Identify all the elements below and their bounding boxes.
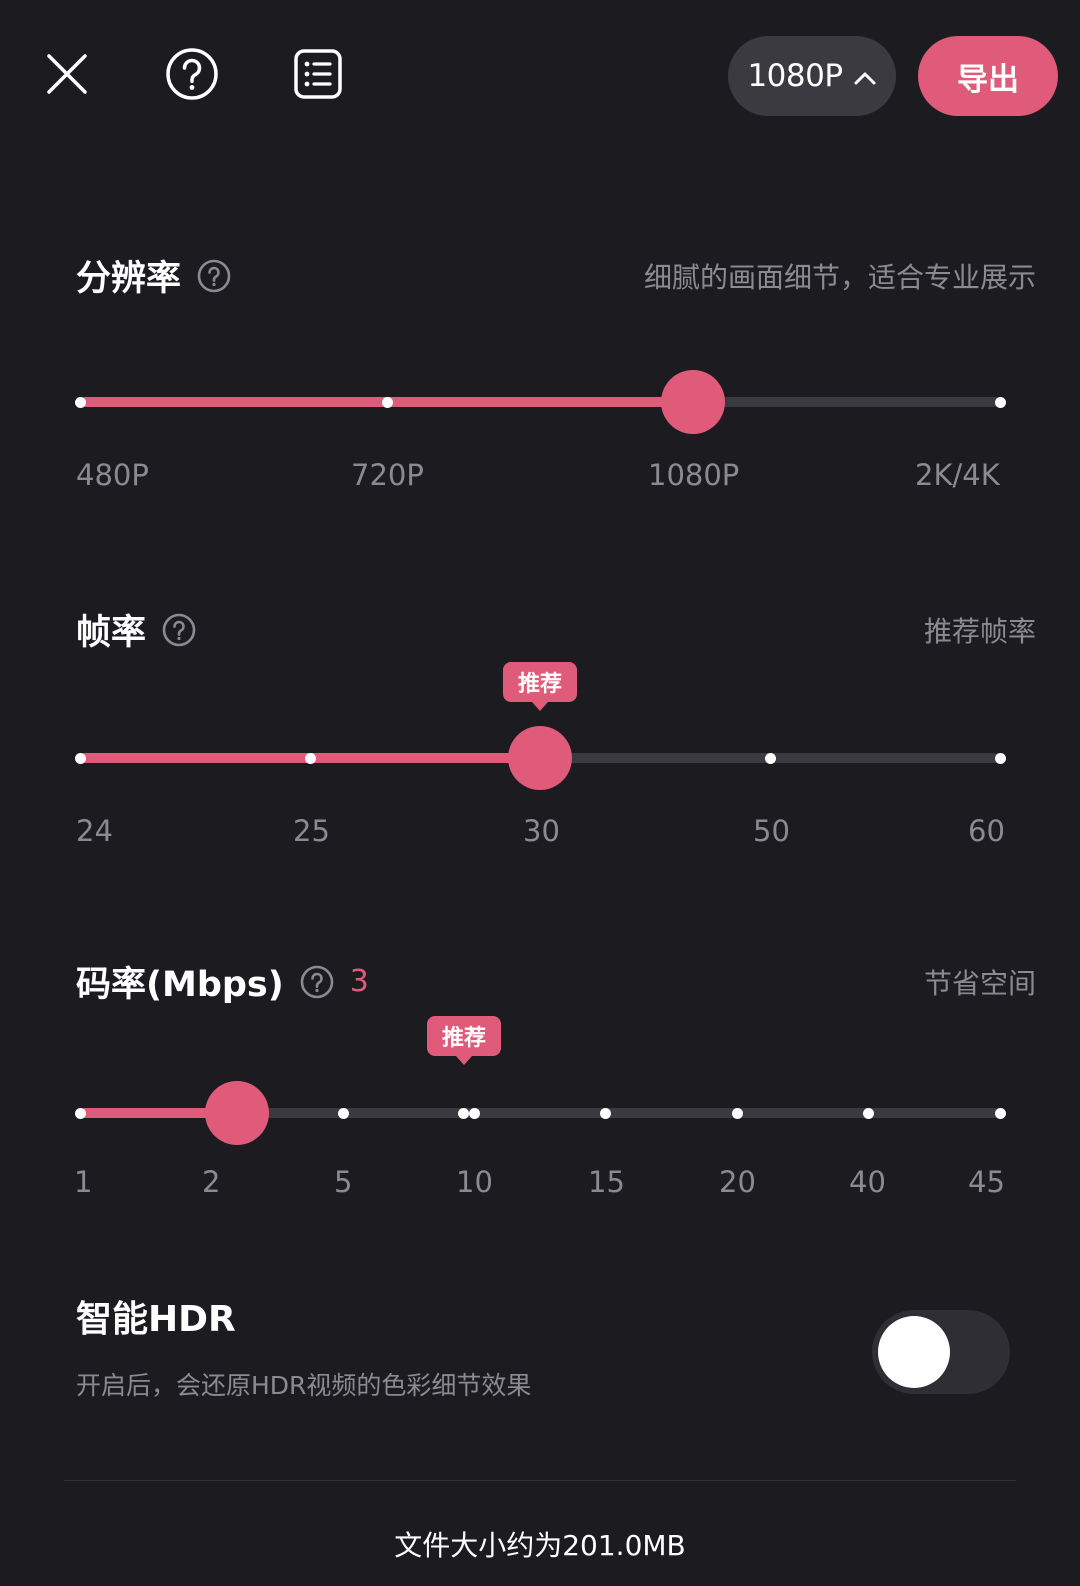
bitrate-header: 码率(Mbps) 3 节省空间	[76, 956, 1036, 1007]
bitrate-recommended-badge: 推荐	[427, 1016, 501, 1065]
bitrate-title: 码率(Mbps)	[76, 965, 284, 1005]
hdr-description: 开启后，会还原HDR视频的色彩细节效果	[76, 1371, 532, 1400]
bitrate-label-5: 5	[334, 1165, 353, 1199]
resolution-label-1080p: 1080P	[648, 458, 740, 492]
list-icon	[292, 48, 344, 104]
framerate-label-50: 50	[753, 814, 790, 848]
resolution-header: 分辨率 细腻的画面细节，适合专业展示	[76, 250, 1036, 301]
bitrate-label-10: 10	[456, 1165, 493, 1199]
help-circle-icon[interactable]	[197, 259, 231, 293]
help-circle-icon[interactable]	[162, 613, 196, 647]
framerate-header: 帧率 推荐帧率	[76, 604, 1036, 655]
bitrate-stop-45[interactable]	[994, 1107, 1006, 1119]
framerate-recommended-badge: 推荐	[503, 662, 577, 711]
resolution-dropdown-label: 1080P	[747, 58, 843, 94]
bitrate-stop-15[interactable]	[599, 1107, 611, 1119]
bitrate-stop-1[interactable]	[74, 1107, 86, 1119]
resolution-dropdown[interactable]: 1080P	[728, 36, 896, 116]
close-button[interactable]	[35, 44, 99, 108]
export-button[interactable]: 导出	[918, 36, 1058, 116]
bitrate-label-15: 15	[588, 1165, 625, 1199]
list-button[interactable]	[286, 44, 350, 108]
bitrate-stop-10[interactable]	[468, 1107, 480, 1119]
bitrate-label-40: 40	[849, 1165, 886, 1199]
help-circle-icon	[164, 46, 220, 106]
framerate-slider[interactable]	[0, 718, 1080, 798]
bitrate-label-20: 20	[719, 1165, 756, 1199]
framerate-label-24: 24	[76, 814, 113, 848]
bitrate-current-value: 3	[349, 964, 369, 999]
resolution-title: 分辨率	[76, 259, 182, 299]
framerate-stop-60[interactable]	[994, 752, 1006, 764]
bitrate-stop-5[interactable]	[337, 1107, 349, 1119]
bitrate-label-2: 2	[202, 1165, 221, 1199]
file-size-estimate: 文件大小约为201.0MB	[394, 1529, 686, 1562]
framerate-label-30: 30	[523, 814, 560, 848]
framerate-slider-thumb[interactable]	[508, 726, 572, 790]
resolution-stop-2k4k[interactable]	[994, 396, 1006, 408]
bitrate-slider[interactable]	[0, 1073, 1080, 1153]
footer-divider	[64, 1480, 1016, 1481]
framerate-stop-25[interactable]	[304, 752, 316, 764]
close-icon	[43, 50, 91, 102]
resolution-slider-thumb[interactable]	[661, 370, 725, 434]
framerate-stop-50[interactable]	[764, 752, 776, 764]
resolution-slider[interactable]	[0, 362, 1080, 442]
bitrate-label-1: 1	[74, 1165, 93, 1199]
framerate-label-25: 25	[293, 814, 330, 848]
hdr-toggle-knob	[878, 1316, 950, 1388]
bitrate-label-45: 45	[968, 1165, 1005, 1199]
export-settings-panel: 1080P 导出 分辨率 细腻的画面细节，适合专业展示 480P 720P 10…	[0, 0, 1080, 1586]
framerate-hint: 推荐帧率	[923, 614, 1036, 648]
chevron-up-icon	[843, 58, 877, 94]
resolution-stop-720p[interactable]	[381, 396, 393, 408]
bitrate-hint: 节省空间	[923, 966, 1036, 1000]
resolution-label-480p: 480P	[76, 458, 149, 492]
framerate-label-60: 60	[968, 814, 1005, 848]
bitrate-stop-20[interactable]	[731, 1107, 743, 1119]
resolution-label-2k4k: 2K/4K	[915, 458, 1000, 492]
resolution-label-720p: 720P	[351, 458, 424, 492]
resolution-hint: 细腻的画面细节，适合专业展示	[643, 260, 1036, 294]
framerate-stop-24[interactable]	[74, 752, 86, 764]
bitrate-slider-thumb[interactable]	[205, 1081, 269, 1145]
hdr-toggle[interactable]	[872, 1310, 1010, 1394]
help-circle-icon[interactable]	[300, 965, 334, 999]
hdr-title: 智能HDR	[76, 1299, 236, 1340]
help-button[interactable]	[160, 44, 224, 108]
resolution-stop-480p[interactable]	[74, 396, 86, 408]
bitrate-recommended-marker	[457, 1107, 469, 1119]
framerate-title: 帧率	[76, 613, 147, 653]
bitrate-stop-40[interactable]	[862, 1107, 874, 1119]
